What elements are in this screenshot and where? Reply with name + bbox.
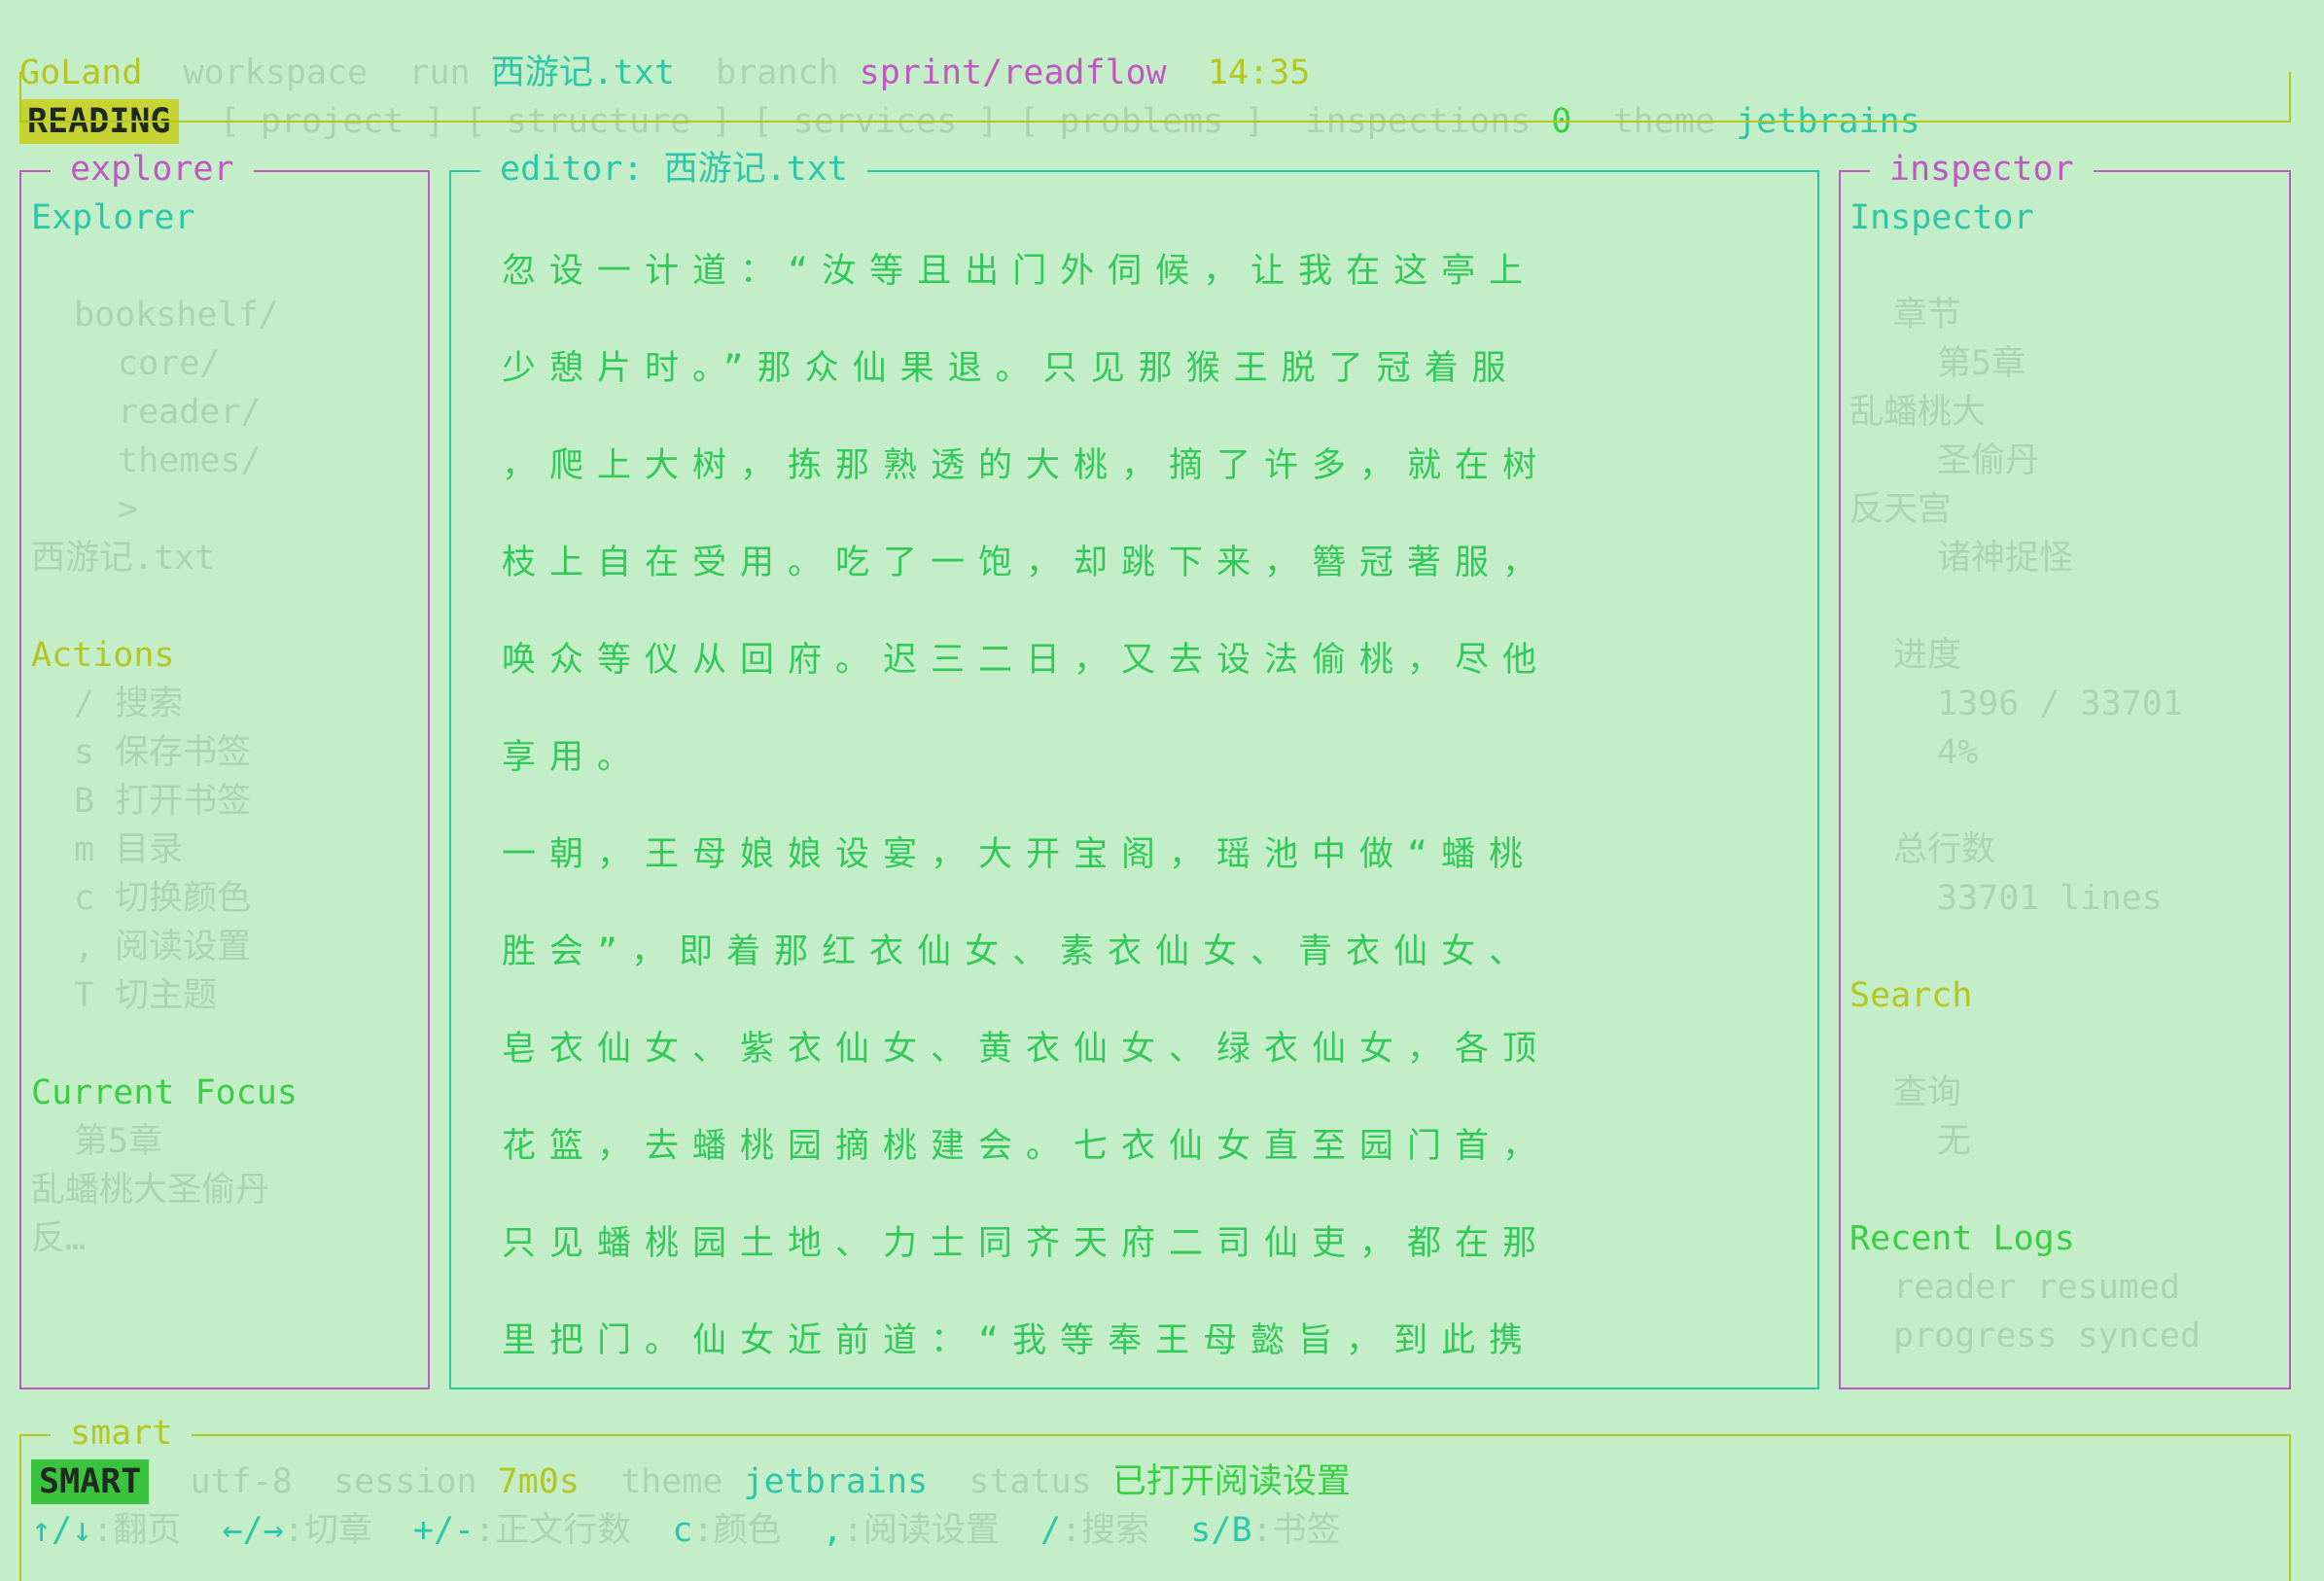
inspector-heading: Inspector: [1849, 198, 2034, 237]
focus-line: 乱蟠桃大圣偷丹: [31, 1171, 270, 1210]
editor-line: 枝上自在受用。吃了一饱，却跳下来，簪冠著服，: [502, 544, 1551, 582]
editor-line: 花篮，去蟠桃园摘桃建会。七衣仙女直至园门首，: [502, 1127, 1551, 1166]
progress-value: 1396 / 33701: [1937, 685, 2183, 723]
hint-key-bookmark[interactable]: s/B: [1190, 1511, 1251, 1550]
editor-text-area[interactable]: 忽设一计道：“汝等且出门外伺候，让我在这亭上 少憩片时。”那众仙果退。只见那猴王…: [502, 243, 1805, 1371]
hint-key-color[interactable]: c: [672, 1511, 692, 1550]
editor-line: 一朝，王母娘娘设宴，大开宝阁，瑶池中做“蟠桃: [502, 835, 1537, 874]
status-panel-title: smart: [51, 1409, 193, 1458]
hint-desc-color: :颜色: [692, 1511, 782, 1550]
hint-key-settings[interactable]: ,: [823, 1511, 843, 1550]
top-bar-frame: [19, 72, 2291, 123]
tree-item-themes[interactable]: themes/: [118, 437, 262, 485]
action-toggle-color[interactable]: c 切换颜色: [74, 874, 251, 923]
search-heading: Search: [1849, 976, 1973, 1015]
hint-desc-lines: :正文行数: [475, 1511, 632, 1550]
query-label: 查询: [1893, 1073, 1962, 1112]
log-entry: reader resumed: [1893, 1268, 2181, 1307]
editor-line: 少憩片时。”那众仙果退。只见那猴王脱了冠着服: [502, 349, 1520, 388]
focus-line: 反…: [31, 1219, 87, 1258]
editor-line: 胜会”，即着那红衣仙女、素衣仙女、青衣仙女、: [502, 932, 1537, 971]
status-theme-label: theme: [620, 1462, 723, 1501]
chapter-line: 乱蟠桃大: [1849, 393, 1987, 432]
action-reading-settings[interactable]: , 阅读设置: [74, 923, 251, 971]
hint-desc-chapter: :切章: [283, 1511, 372, 1550]
editor-line: 忽设一计道：“汝等且出门外伺候，让我在这亭上: [502, 252, 1537, 291]
chapter-line: 圣偷丹: [1937, 441, 2040, 480]
chapter-line: 诸神捉怪: [1937, 539, 2074, 578]
hint-key-search[interactable]: /: [1040, 1511, 1061, 1550]
hint-desc-settings: :阅读设置: [842, 1511, 1000, 1550]
total-lines-label: 总行数: [1893, 830, 1996, 869]
explorer-heading: Explorer: [31, 198, 195, 237]
hint-key-chapter[interactable]: ←/→: [222, 1511, 283, 1550]
hint-desc-bookmark: :书签: [1251, 1511, 1341, 1550]
progress-label: 进度: [1893, 636, 1962, 675]
tree-item-reader[interactable]: reader/: [118, 388, 262, 437]
inspector-panel: inspector: [1839, 145, 2291, 1389]
session-time: 7m0s: [497, 1462, 580, 1501]
editor-line: 皂衣仙女、紫衣仙女、黄衣仙女、绿衣仙女，各顶: [502, 1030, 1551, 1069]
current-focus-heading: Current Focus: [31, 1073, 298, 1112]
smart-mode-badge: SMART: [31, 1459, 150, 1504]
action-switch-theme[interactable]: T 切主题: [74, 971, 217, 1020]
chapter-line: 反天宫: [1849, 490, 1953, 529]
total-lines-value: 33701 lines: [1937, 879, 2163, 918]
progress-percent: 4%: [1937, 733, 1979, 772]
hint-key-lines[interactable]: +/-: [413, 1511, 475, 1550]
hint-key-page[interactable]: ↑/↓: [31, 1511, 92, 1550]
actions-heading: Actions: [31, 636, 175, 675]
editor-line: 只见蟠桃园土地、力士同齐天府二司仙吏，都在那: [502, 1224, 1551, 1263]
status-line: SMART utf-8 session 7m0s theme jetbrains…: [31, 1458, 1351, 1506]
session-label: session: [334, 1462, 477, 1501]
chapter-line: 第5章: [1937, 344, 2026, 383]
tree-item-core[interactable]: core/: [118, 339, 220, 388]
keybinding-hints: ↑/↓:翻页 ←/→:切章 +/-:正文行数 c:颜色 ,:阅读设置 /:搜索 …: [31, 1506, 1341, 1555]
status-message: 已打开阅读设置: [1111, 1462, 1351, 1501]
focus-line: 第5章: [74, 1122, 163, 1161]
chapter-label: 章节: [1893, 296, 1962, 334]
recent-logs-heading: Recent Logs: [1849, 1219, 2075, 1258]
status-label: status: [968, 1462, 1092, 1501]
hint-desc-search: :搜索: [1061, 1511, 1150, 1550]
tree-item-bookshelf[interactable]: bookshelf/: [74, 291, 279, 339]
action-toc[interactable]: m 目录: [74, 826, 183, 874]
editor-line: 唤众等仪从回府。迟三二日，又去设法偷桃，尽他: [502, 641, 1551, 680]
action-save-bookmark[interactable]: s 保存书签: [74, 728, 251, 777]
hint-desc-page: :翻页: [92, 1511, 182, 1550]
inspector-panel-title: inspector: [1870, 145, 2094, 193]
log-entry: progress synced: [1893, 1317, 2201, 1355]
query-value: 无: [1937, 1122, 1972, 1161]
tree-item-file[interactable]: 西游记.txt: [31, 534, 215, 582]
editor-line: ，爬上大树，拣那熟透的大桃，摘了许多，就在树: [502, 446, 1551, 485]
status-theme-name[interactable]: jetbrains: [744, 1462, 929, 1501]
editor-panel-title: editor: 西游记.txt: [480, 145, 867, 193]
editor-line: 享用。: [502, 738, 646, 777]
explorer-panel-title: explorer: [51, 145, 254, 193]
tree-expand-icon[interactable]: >: [118, 485, 138, 534]
action-search[interactable]: / 搜索: [74, 680, 183, 728]
encoding[interactable]: utf-8: [191, 1462, 293, 1501]
action-open-bookmark[interactable]: B 打开书签: [74, 777, 251, 826]
editor-line: 里把门。仙女近前道：“我等奉王母懿旨，到此携: [502, 1321, 1537, 1360]
